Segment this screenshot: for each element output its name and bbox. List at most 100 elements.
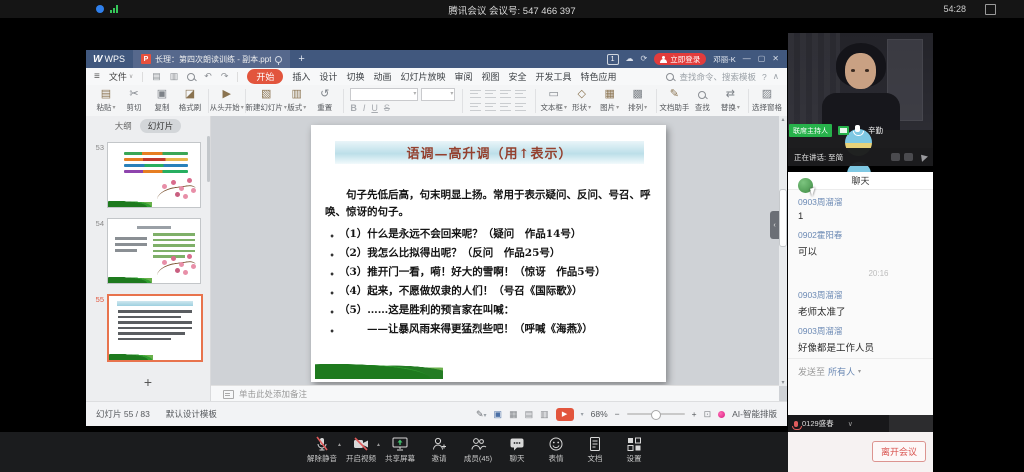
notes-view-icon[interactable]: ▥: [540, 409, 549, 420]
copy-button[interactable]: ▣复制: [151, 88, 173, 113]
save-icon[interactable]: ▤: [152, 71, 161, 82]
slide-thumbnail-53[interactable]: [107, 142, 201, 208]
leave-meeting-button[interactable]: 离开会议: [872, 441, 926, 462]
chevron-up-icon[interactable]: ▲: [376, 442, 381, 448]
collapse-ribbon-icon[interactable]: ∧: [773, 71, 779, 82]
new-slide-button[interactable]: ▧新建幻灯片▾: [253, 88, 280, 113]
close-icon[interactable]: ✕: [772, 54, 779, 64]
paste-button[interactable]: ▤粘贴▾: [95, 88, 117, 113]
chevron-down-icon[interactable]: ∨: [848, 420, 853, 428]
play-from-start-button[interactable]: ▶从头开始▾: [216, 88, 238, 113]
tab-home[interactable]: 开始: [247, 69, 283, 84]
preview-icon[interactable]: [187, 73, 195, 81]
chevron-up-icon[interactable]: ▲: [337, 442, 342, 448]
notes-bar[interactable]: 单击此处添加备注: [211, 385, 779, 402]
restore-icon[interactable]: ▢: [758, 54, 766, 64]
sidebar-scrollbar[interactable]: [207, 136, 210, 182]
help-icon[interactable]: ?: [762, 72, 767, 82]
cut-button[interactable]: ✂剪切: [123, 88, 145, 113]
members-button[interactable]: 成员(45): [462, 436, 494, 464]
zoom-slider-knob[interactable]: [651, 410, 661, 420]
new-tab-button[interactable]: +: [298, 53, 304, 65]
replace-button[interactable]: ⇄替换▾: [719, 88, 741, 113]
tab-devtools[interactable]: 开发工具: [536, 70, 572, 83]
reset-button[interactable]: ↺重置: [314, 88, 336, 113]
tab-insert[interactable]: 插入: [292, 70, 310, 83]
unmute-button[interactable]: 解除静音 ▲: [306, 436, 338, 464]
scroll-up-arrow[interactable]: ▴: [781, 116, 784, 123]
fit-slide-icon[interactable]: ⊡: [704, 409, 712, 420]
slideshow-play-button[interactable]: ▶: [556, 408, 574, 421]
strikethrough-button[interactable]: S: [384, 103, 390, 113]
pin-icon[interactable]: [275, 56, 282, 63]
wps-logo[interactable]: WWPS: [93, 54, 125, 65]
add-slide-button[interactable]: +: [86, 374, 210, 390]
ai-label[interactable]: AI-智能排版: [732, 408, 777, 420]
participant-video[interactable]: [788, 33, 933, 130]
window-count-badge[interactable]: 1: [607, 54, 619, 65]
minimize-icon[interactable]: —: [743, 54, 751, 64]
current-slide[interactable]: 语调—高升调（用↑表示） 句子先低后高，句末明显上扬。常用于表示疑问、反问、号召…: [311, 125, 666, 382]
tab-view[interactable]: 视图: [482, 70, 500, 83]
file-menu[interactable]: 文件∨: [109, 70, 133, 83]
slide-sorter-view-icon[interactable]: ▦: [509, 409, 518, 420]
chat-button[interactable]: 聊天: [501, 436, 533, 464]
redo-icon[interactable]: ↷: [221, 71, 229, 82]
font-style-buttons[interactable]: B I U S: [350, 103, 455, 113]
layout-button[interactable]: ▥版式▾: [286, 88, 308, 113]
collapse-pane-handle[interactable]: ‹: [770, 211, 779, 239]
print-icon[interactable]: ▥: [170, 71, 179, 82]
send-target-selector[interactable]: 所有人: [828, 365, 855, 378]
tab-security[interactable]: 安全: [509, 70, 527, 83]
account-name[interactable]: 邓丽-K: [713, 54, 736, 65]
format-painter-button[interactable]: ◪格式刷: [179, 88, 201, 113]
tab-animation[interactable]: 动画: [373, 70, 391, 83]
zoom-out-button[interactable]: −: [615, 409, 620, 419]
tab-design[interactable]: 设计: [319, 70, 337, 83]
member-bar-button[interactable]: [889, 415, 933, 432]
arrange-button[interactable]: ▩排列▾: [627, 88, 649, 113]
scrollbar-thumb[interactable]: [779, 189, 787, 247]
tab-features[interactable]: 特色应用: [581, 70, 617, 83]
doc-assistant-button[interactable]: ✎文档助手: [663, 88, 685, 113]
normal-view-icon[interactable]: ▣: [494, 409, 503, 420]
login-badge[interactable]: 立即登录: [654, 53, 706, 65]
ink-annotation-icon[interactable]: ✎▾: [476, 409, 487, 420]
paragraph-align-group[interactable]: [470, 89, 528, 113]
italic-button[interactable]: I: [363, 103, 366, 113]
zoom-in-button[interactable]: +: [692, 409, 697, 419]
command-search[interactable]: 查找命令、搜索模板: [680, 71, 757, 83]
tab-slides[interactable]: 幻灯片: [140, 119, 182, 133]
font-name-select[interactable]: [350, 88, 418, 101]
tab-review[interactable]: 审阅: [454, 70, 472, 83]
settings-button[interactable]: 设置: [618, 436, 650, 464]
zoom-slider[interactable]: [627, 413, 685, 415]
textbox-button[interactable]: ▭文本框▾: [543, 88, 565, 113]
fullscreen-icon[interactable]: [985, 4, 996, 15]
document-tab[interactable]: P 长理：第四次朗读训练 - 副本.ppt: [133, 50, 290, 68]
find-button[interactable]: 查找: [691, 88, 713, 113]
share-screen-button[interactable]: 共享屏幕: [384, 436, 416, 464]
selection-pane-button[interactable]: ▨选择窗格: [756, 88, 778, 113]
cloud-sync-icon[interactable]: ☁: [626, 54, 634, 64]
invite-button[interactable]: 邀请: [423, 436, 455, 464]
tab-transition[interactable]: 切换: [346, 70, 364, 83]
slide-thumbnail-54[interactable]: [107, 218, 201, 284]
start-video-button[interactable]: 开启视频 ▲: [345, 436, 377, 464]
hamburger-icon[interactable]: ≡: [94, 71, 100, 82]
tab-outline[interactable]: 大纲: [115, 120, 132, 132]
reactions-button[interactable]: 表情: [540, 436, 572, 464]
bold-button[interactable]: B: [350, 103, 357, 113]
canvas-scrollbar[interactable]: ▴ ▾: [779, 116, 787, 386]
shape-button[interactable]: ◇形状▾: [571, 88, 593, 113]
docs-button[interactable]: 文档: [579, 436, 611, 464]
underline-button[interactable]: U: [371, 103, 378, 113]
undo-icon[interactable]: ↶: [204, 71, 212, 82]
chat-send-row[interactable]: 发送至 所有人 ▾: [788, 358, 933, 384]
refresh-icon[interactable]: ⟳: [641, 54, 648, 64]
slide-thumbnail-55-selected[interactable]: [107, 294, 203, 362]
reading-view-icon[interactable]: ▤: [525, 409, 534, 420]
picture-button[interactable]: ▦图片▾: [599, 88, 621, 113]
tab-slideshow[interactable]: 幻灯片放映: [400, 70, 445, 83]
font-size-select[interactable]: [421, 88, 455, 101]
